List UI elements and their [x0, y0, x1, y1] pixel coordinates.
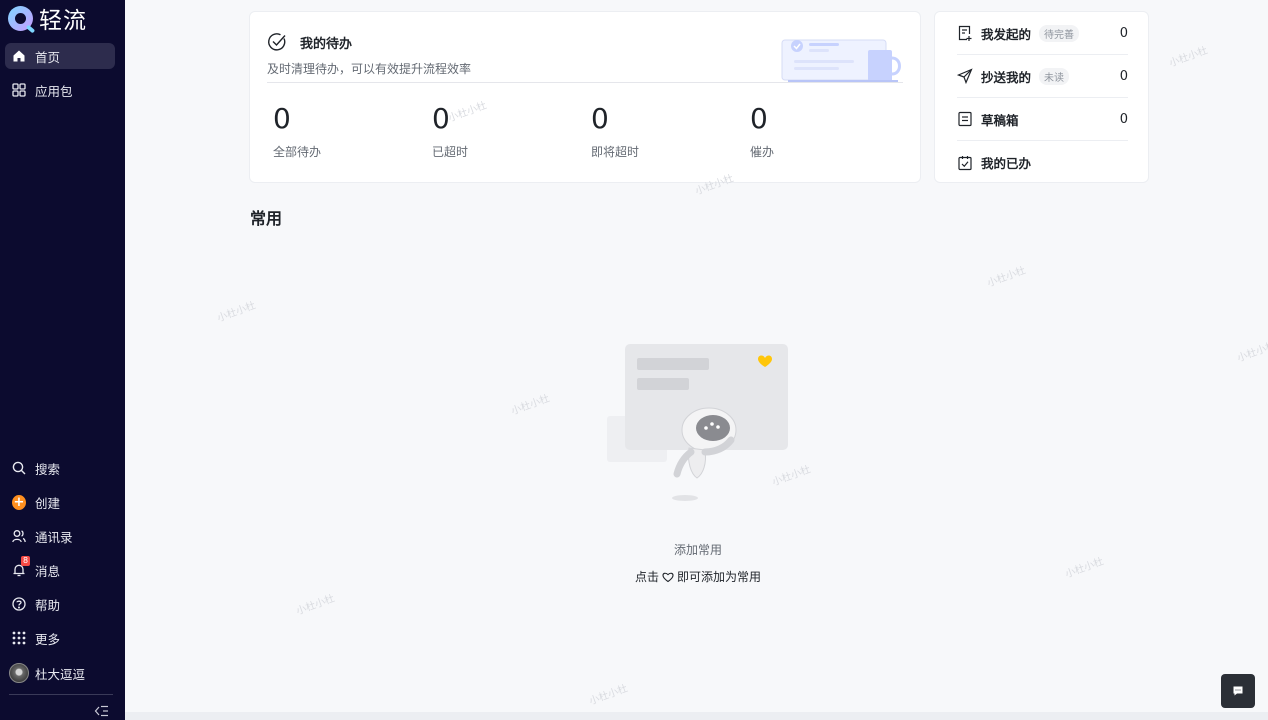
help-icon — [12, 597, 26, 611]
chat-bubble-icon — [1232, 682, 1244, 701]
todo-illustration-icon — [781, 39, 901, 83]
nav-more[interactable]: 更多 — [5, 625, 115, 651]
initiated-by-me-row[interactable]: 我发起的 待完善 0 — [957, 12, 1128, 55]
user-name: 杜大逗逗 — [35, 666, 86, 682]
done-check-icon — [957, 155, 973, 171]
nav-app-packages[interactable]: 应用包 — [5, 77, 115, 103]
side-count: 0 — [1119, 25, 1128, 41]
search-icon — [12, 461, 26, 475]
nav-contacts-label: 通讯录 — [35, 529, 73, 545]
empty-state-illustration-icon — [607, 344, 788, 501]
more-grid-icon — [12, 631, 26, 645]
nav-home-label: 首页 — [35, 49, 61, 65]
home-icon — [12, 49, 26, 63]
stat-urged[interactable]: 0 催办 — [750, 103, 870, 160]
nav-help-label: 帮助 — [35, 597, 61, 613]
todo-card: 我的待办 及时清理待办，可以有效提升流程效率 0 全部待办 0 已超时 0 即将… — [249, 11, 921, 183]
stat-overdue[interactable]: 0 已超时 — [432, 103, 552, 160]
side-count: 0 — [1119, 111, 1128, 127]
nav-messages-label: 消息 — [35, 563, 61, 579]
hint-prefix: 点击 — [634, 570, 659, 584]
apps-grid-icon — [12, 83, 26, 97]
watermark: 小杜小杜 — [1168, 45, 1210, 70]
logo-text: 轻流 — [39, 8, 87, 34]
stat-due-soon[interactable]: 0 即将超时 — [591, 103, 711, 160]
nav-messages[interactable]: 8 消息 — [5, 556, 115, 583]
nav-app-packages-label: 应用包 — [35, 83, 73, 99]
stat-all-todo[interactable]: 0 全部待办 — [273, 103, 393, 160]
status-badge: 待完善 — [1039, 24, 1080, 42]
empty-state-title: 添加常用 — [673, 543, 722, 557]
message-count-badge: 8 — [21, 556, 31, 566]
empty-state-hint: 点击 即可添加为常用 — [580, 568, 816, 585]
user-profile[interactable]: 杜大逗逗 — [5, 660, 115, 686]
todo-subtitle: 及时清理待办，可以有效提升流程效率 — [267, 62, 472, 76]
nav-search[interactable]: 搜索 — [5, 455, 115, 481]
side-count: 0 — [1119, 68, 1128, 84]
common-section-title: 常用 — [250, 209, 283, 228]
send-icon — [956, 68, 973, 85]
stat-label: 即将超时 — [591, 145, 640, 159]
collapse-sidebar-icon[interactable] — [94, 703, 110, 717]
sidebar: 轻流 首页 应用包 搜索 + 创建 通讯录 8 消息 帮助 更多 杜大逗逗 — [0, 0, 125, 720]
stat-value: 0 — [273, 102, 291, 135]
watermark: 小杜小杜 — [510, 393, 552, 418]
nav-create-label: 创建 — [35, 495, 61, 511]
stat-value: 0 — [591, 102, 609, 135]
bell-icon: 8 — [12, 556, 31, 577]
todo-title: 我的待办 — [300, 37, 353, 52]
stat-label: 全部待办 — [273, 145, 322, 159]
quick-links-card: 我发起的 待完善 0 抄送我的 未读 0 草稿箱 0 我的已办 — [934, 11, 1149, 183]
app-logo[interactable]: 轻流 — [8, 4, 87, 34]
status-badge: 未读 — [1039, 67, 1070, 85]
watermark: 小杜小杜 — [1064, 556, 1106, 581]
nav-contacts[interactable]: 通讯录 — [5, 523, 115, 549]
chat-support-button[interactable] — [1221, 674, 1255, 708]
doc-plus-icon — [957, 25, 973, 41]
watermark: 小杜小杜 — [216, 300, 258, 325]
nav-more-label: 更多 — [35, 631, 61, 647]
stat-value: 0 — [750, 102, 768, 135]
watermark: 小杜小杜 — [1236, 340, 1268, 365]
drafts-row[interactable]: 草稿箱 0 — [957, 98, 1128, 141]
watermark: 小杜小杜 — [986, 265, 1028, 290]
stat-value: 0 — [432, 102, 450, 135]
draft-icon — [957, 111, 973, 127]
side-label: 抄送我的 — [981, 69, 1032, 85]
hint-suffix: 即可添加为常用 — [677, 570, 762, 584]
create-plus-icon: + — [12, 494, 26, 510]
logo-icon — [8, 5, 33, 31]
horizontal-scrollbar[interactable] — [125, 712, 1268, 720]
todo-divider — [267, 82, 903, 83]
avatar — [9, 663, 29, 683]
nav-help[interactable]: 帮助 — [5, 591, 115, 617]
side-label: 我发起的 — [981, 26, 1032, 42]
side-label: 我的已办 — [981, 156, 1032, 171]
sidebar-divider — [9, 694, 113, 695]
stat-label: 催办 — [750, 145, 775, 159]
check-circle-icon — [267, 32, 287, 52]
watermark: 小杜小杜 — [588, 683, 630, 708]
heart-icon — [662, 571, 674, 583]
cc-to-me-row[interactable]: 抄送我的 未读 0 — [956, 55, 1128, 98]
stat-label: 已超时 — [432, 145, 469, 159]
my-done-row[interactable]: 我的已办 — [957, 141, 1128, 184]
watermark: 小杜小杜 — [295, 593, 337, 618]
side-label: 草稿箱 — [981, 112, 1019, 128]
nav-create[interactable]: + 创建 — [5, 489, 115, 515]
nav-home[interactable]: 首页 — [5, 43, 115, 69]
nav-search-label: 搜索 — [35, 461, 61, 477]
contacts-icon — [12, 529, 26, 543]
